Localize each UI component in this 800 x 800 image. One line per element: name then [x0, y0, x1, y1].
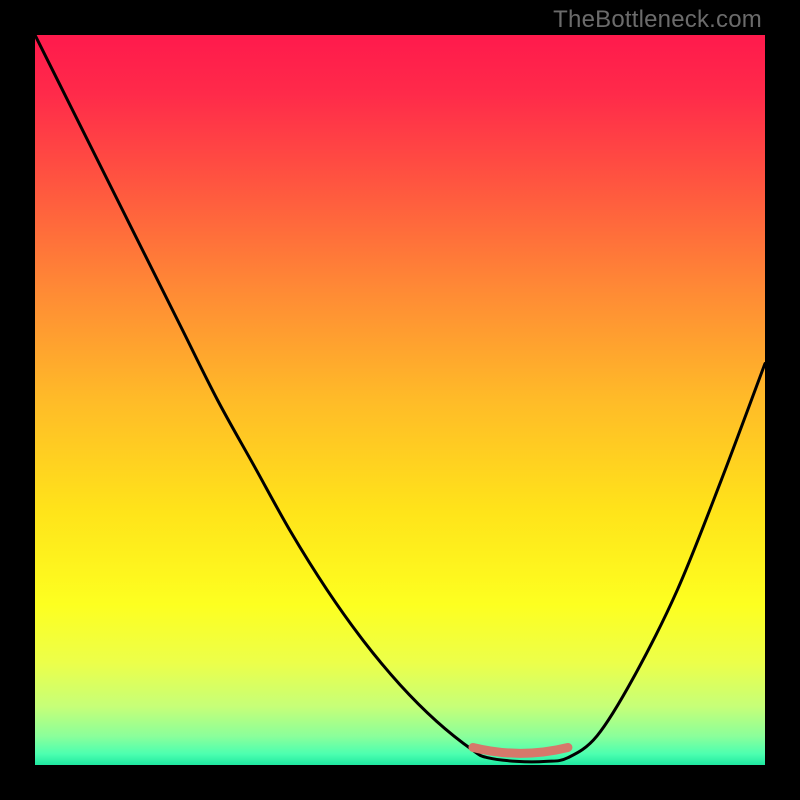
gradient-background	[35, 35, 765, 765]
chart-frame: TheBottleneck.com	[0, 0, 800, 800]
bottleneck-chart	[35, 35, 765, 765]
plot-area	[35, 35, 765, 765]
watermark-text: TheBottleneck.com	[553, 6, 762, 34]
